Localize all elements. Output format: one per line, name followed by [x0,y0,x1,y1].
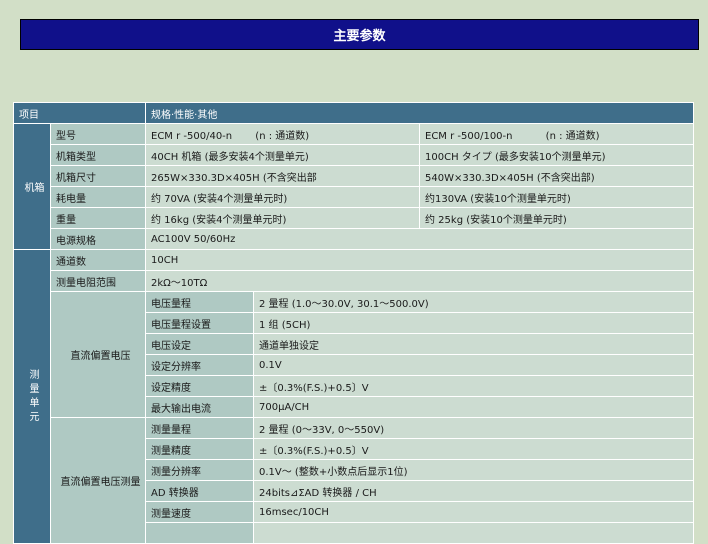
row-label: 测量速度 [145,501,254,523]
value-cell: 265W×330.3D×405H (不含突出部 [145,165,420,187]
table-row: 机箱类型 40CH 机箱 (最多安装4个测量单元) 100CH タイプ (最多安… [14,144,695,166]
row-label: 最大输出电流 [145,396,254,418]
spec-table: 项目 规格·性能·其他 机箱 型号 ECM r -500/40-n (n : 通… [13,102,695,544]
row-label: 测量电阻范围 [50,270,146,292]
row-label: 电压量程设置 [145,312,254,334]
header-spec: 规格·性能·其他 [144,102,695,124]
value-cell: 约 70VA (安装4个测量单元时) [145,186,420,208]
value-cell: 2 量程 (0～33V, 0～550V) [252,417,695,439]
header-item: 项目 [13,102,146,124]
value-cell: 2kΩ～10TΩ [144,270,695,292]
category-cabinet: 机箱 [13,123,51,250]
row-label: 电压量程 [145,291,254,313]
value-cell: 通道单独设定 [252,333,695,355]
value-cell: ±〔0.3%(F.S.)+0.5〕V [252,438,695,460]
group-dc-bias-measurement: 直流偏置电压测量 [50,417,146,544]
table-row: 直流偏置电压 电压量程 2 量程 (1.0～30.0V, 30.1～500.0V… [14,291,695,418]
value-cell: ±〔0.3%(F.S.)+0.5〕V [252,375,695,397]
category-measurement: 测量单元 [13,249,51,544]
table-row: 机箱尺寸 265W×330.3D×405H (不含突出部 540W×330.3D… [14,165,695,187]
row-label: 设定精度 [145,375,254,397]
value-cell: AC100V 50/60Hz [144,228,695,250]
value-cell: 700μA/CH [252,396,695,418]
value-cell: 24bits⊿ΣAD 转换器 / CH [252,480,695,502]
row-label: 电压设定 [145,333,254,355]
group-dc-bias: 直流偏置电压 [50,291,146,418]
row-label [145,522,254,544]
row-label: 测量量程 [145,417,254,439]
value-cell: 0.1V [252,354,695,376]
table-row: 测量单元 通道数 10CH [13,249,695,544]
value-cell: 16msec/10CH [252,501,695,523]
value-cell: 1 组 (5CH) [252,312,695,334]
table-header: 项目 规格·性能·其他 [13,102,695,124]
row-label: 机箱类型 [50,144,146,166]
table-row: 耗电量 约 70VA (安装4个测量单元时) 约130VA (安装10个测量单元… [14,186,695,208]
value-cell: 540W×330.3D×405H (不含突出部) [418,165,695,187]
row-label: 设定分辨率 [145,354,254,376]
table-row: 机箱 型号 ECM r -500/40-n (n : 通道数) ECM r -5… [13,123,695,250]
value-cell: 100CH タイプ (最多安装10个测量单元) [418,144,695,166]
value-cell: 约 16kg (安装4个测量单元时) [145,207,420,229]
value-cell: 2 量程 (1.0～30.0V, 30.1～500.0V) [252,291,695,313]
row-label: 型号 [50,123,146,145]
row-label: 重量 [50,207,146,229]
table-row: 测量电阻范围 2kΩ～10TΩ [14,270,695,292]
page-title: 主要参数 [20,19,699,50]
table-row: 直流偏置电压测量 测量量程 2 量程 (0～33V, 0～550V) [14,417,695,544]
table-row: 电源规格 AC100V 50/60Hz [14,228,695,250]
row-label: 耗电量 [50,186,146,208]
row-label: 测量分辨率 [145,459,254,481]
value-cell: 约 25kg (安装10个测量单元时) [418,207,695,229]
value-cell: 0.1V～ (整数+小数点后显示1位) [252,459,695,481]
row-label: 机箱尺寸 [50,165,146,187]
row-label: 测量精度 [145,438,254,460]
value-cell: ECM r -500/40-n (n : 通道数) [145,123,420,145]
value-cell: 约130VA (安装10个测量单元时) [418,186,695,208]
value-cell: 40CH 机箱 (最多安装4个测量单元) [145,144,420,166]
value-cell: ECM r -500/100-n (n : 通道数) [418,123,695,145]
category-measurement-label: 测量单元 [29,369,40,423]
value-cell [252,522,695,544]
value-cell: 10CH [144,249,695,271]
row-label: AD 转换器 [145,480,254,502]
table-row: 重量 约 16kg (安装4个测量单元时) 约 25kg (安装10个测量单元时… [14,207,695,229]
row-label: 电源规格 [50,228,146,250]
row-label: 通道数 [50,249,146,271]
